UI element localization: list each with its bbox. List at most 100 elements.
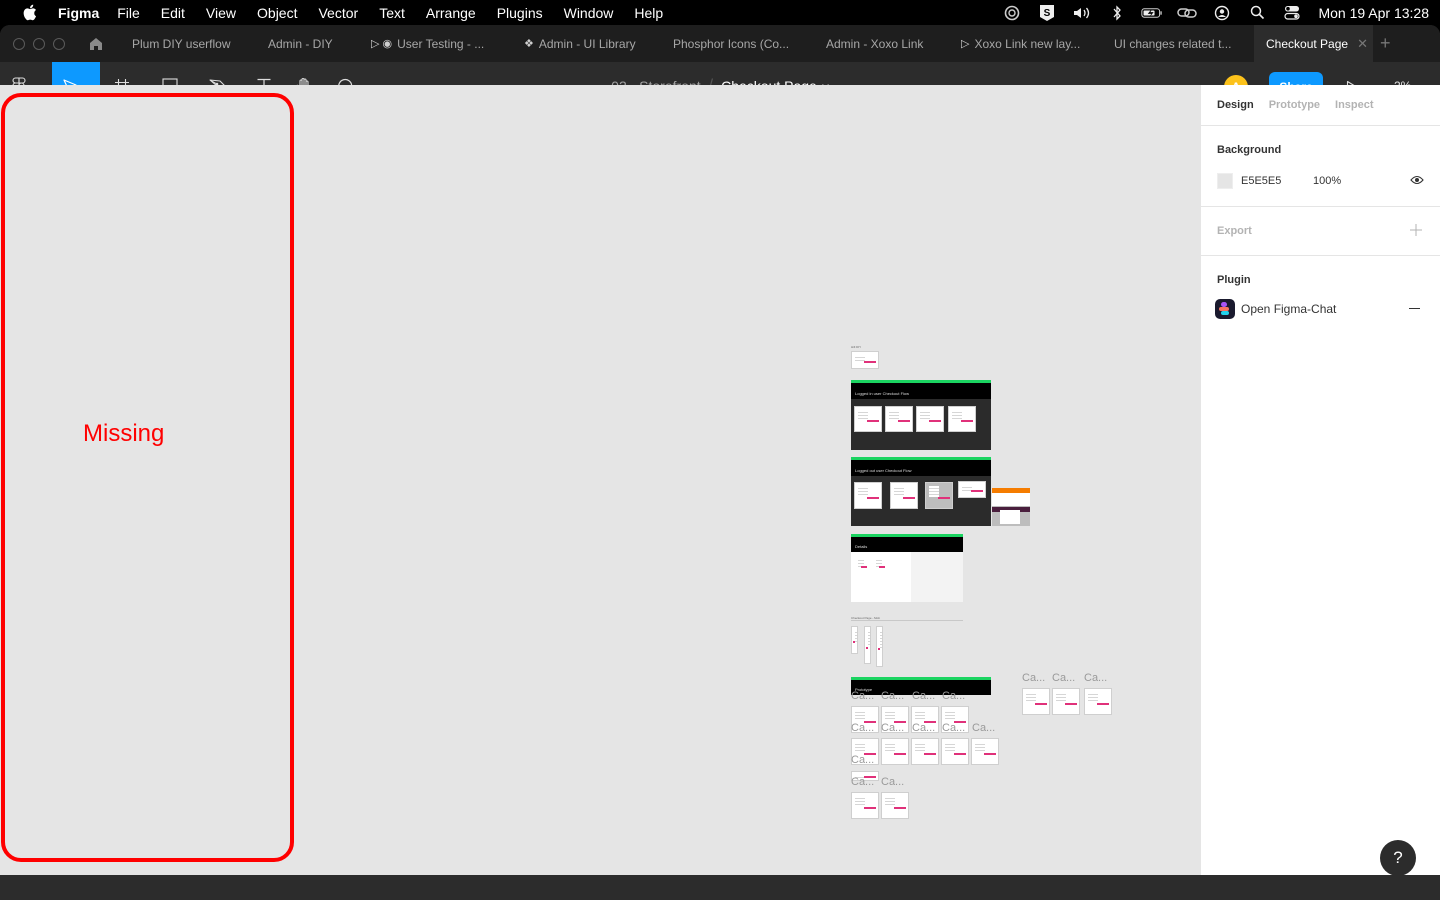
canvas-frame[interactable] [885,406,913,432]
menu-text[interactable]: Text [379,5,405,21]
canvas-frame-external[interactable] [992,488,1030,526]
tab-prototype[interactable]: Prototype [1269,99,1320,111]
tab-label: Admin - Xoxo Link [826,36,924,51]
canvas-frame[interactable] [916,406,944,432]
bluetooth-icon[interactable] [1106,4,1128,22]
section-details[interactable]: Details [851,534,963,602]
creative-cloud-icon[interactable] [1001,4,1023,22]
menu-object[interactable]: Object [257,5,297,21]
menu-edit[interactable]: Edit [161,5,185,21]
menu-help[interactable]: Help [634,5,663,21]
canvas-frame-mobile[interactable] [864,626,871,664]
tab-label: Checkout Page [1266,36,1349,51]
plugin-name[interactable]: Open Figma-Chat [1241,302,1336,316]
add-export-icon[interactable] [1410,223,1422,241]
canvas-frame[interactable] [851,351,879,369]
maximize-window-button[interactable] [53,37,65,50]
frame-caption: Ca... [851,722,875,734]
export-title: Export [1217,225,1252,237]
tab-checkout-page[interactable]: Checkout Page ✕ [1254,25,1373,62]
menu-arrange[interactable]: Arrange [426,5,476,21]
canvas-frame[interactable] [854,406,882,432]
canvas-frame[interactable] [881,792,909,819]
tab-label: Xoxo Link new lay... [974,36,1081,51]
s-app-icon[interactable]: S [1036,4,1058,22]
tab-label: Plum DIY userflow [132,36,231,51]
canvas-frame[interactable] [1052,688,1080,715]
svg-text:S: S [1044,8,1051,19]
background-color-swatch[interactable] [1217,173,1233,189]
section-accent-bar [851,677,991,680]
background-hex-input[interactable]: E5E5E5 [1241,175,1313,187]
canvas-frame[interactable] [941,738,969,765]
section-logged-out-checkout-flow[interactable]: Logged out user Checkout Flow [851,457,991,526]
canvas-frame[interactable] [855,555,869,575]
apple-menu-icon[interactable] [22,4,38,21]
menu-file[interactable]: File [117,5,140,21]
help-button[interactable]: ? [1380,840,1416,876]
missing-region-label: Missing [83,420,165,447]
menubar-clock[interactable]: Mon 19 Apr 13:28 [1318,5,1429,21]
frame-caption: Ca... [1022,672,1046,684]
canvas-frame[interactable] [873,555,887,575]
menu-window[interactable]: Window [564,5,614,21]
tab-xoxo-link-new-layout[interactable]: ▷ Xoxo Link new lay... [961,25,1080,62]
control-center-icon[interactable] [1281,4,1303,22]
canvas-frame[interactable] [854,482,882,509]
canvas-frame[interactable] [958,481,986,498]
remove-plugin-icon[interactable] [1409,308,1420,309]
visibility-eye-icon[interactable] [1410,175,1424,188]
menu-plugins[interactable]: Plugins [497,5,543,21]
background-opacity-input[interactable]: 100% [1313,175,1341,187]
tab-ui-changes[interactable]: UI changes related t... [1114,25,1231,62]
canvas-frame[interactable] [1022,688,1050,715]
canvas-frame[interactable] [1084,688,1112,715]
battery-charging-icon[interactable] [1141,4,1163,22]
background-title: Background [1217,144,1282,156]
menu-view[interactable]: View [206,5,236,21]
search-icon[interactable] [1246,4,1268,22]
tab-admin-diy[interactable]: Admin - DIY [268,25,333,62]
frame-caption: Ca... [912,690,936,702]
export-section: Export [1201,207,1440,256]
plugin-item[interactable]: Open Figma-Chat [1201,293,1440,325]
frame-caption: Ca... [942,722,966,734]
canvas-frame[interactable] [851,792,879,819]
tab-admin-ui-library[interactable]: ❖ Admin - UI Library [524,25,636,62]
canvas-frame[interactable] [911,738,939,765]
tab-phosphor-icons[interactable]: Phosphor Icons (Co... [673,25,789,62]
canvas-frame[interactable] [925,482,953,509]
canvas-frame-mobile[interactable] [851,626,858,654]
canvas-frame[interactable] [890,482,918,509]
user-circle-icon[interactable] [1211,4,1233,22]
tab-label: User Testing - ... [397,36,485,51]
plugin-title: Plugin [1217,274,1251,286]
tab-plum-diy-userflow[interactable]: Plum DIY userflow [132,25,230,62]
frame-caption: Ca... [881,722,905,734]
close-tab-icon[interactable]: ✕ [1357,36,1368,52]
menu-vector[interactable]: Vector [318,5,358,21]
section-title: Details [855,544,868,549]
canvas-frame[interactable] [948,406,976,432]
tab-design[interactable]: Design [1217,99,1254,111]
menu-app-figma[interactable]: Figma [58,5,99,21]
plugin-section: Plugin Open Figma-Chat [1201,256,1440,325]
link-icon[interactable] [1176,4,1198,22]
frame-caption: Ca... [851,776,875,788]
home-icon[interactable] [88,36,104,52]
missing-region-outline [1,93,294,862]
new-tab-button[interactable]: + [1380,25,1391,62]
canvas-frame-mobile[interactable] [876,626,883,667]
volume-icon[interactable] [1071,4,1093,22]
close-window-button[interactable] [13,37,25,50]
section-title: Logged in user Checkout Flow [855,391,910,396]
canvas-frame[interactable] [971,738,999,765]
minimize-window-button[interactable] [33,37,45,50]
tab-admin-xoxo-link[interactable]: Admin - Xoxo Link [826,25,923,62]
canvas[interactable]: Missing Hifi DIY Logged in user Checkout… [0,85,1200,875]
section-accent-bar [851,457,991,460]
tab-inspect[interactable]: Inspect [1335,99,1374,111]
section-logged-in-checkout-flow[interactable]: Logged in user Checkout Flow [851,380,991,450]
canvas-frame[interactable] [881,738,909,765]
tab-user-testing[interactable]: ▷ ◉ User Testing - ... [371,25,484,62]
